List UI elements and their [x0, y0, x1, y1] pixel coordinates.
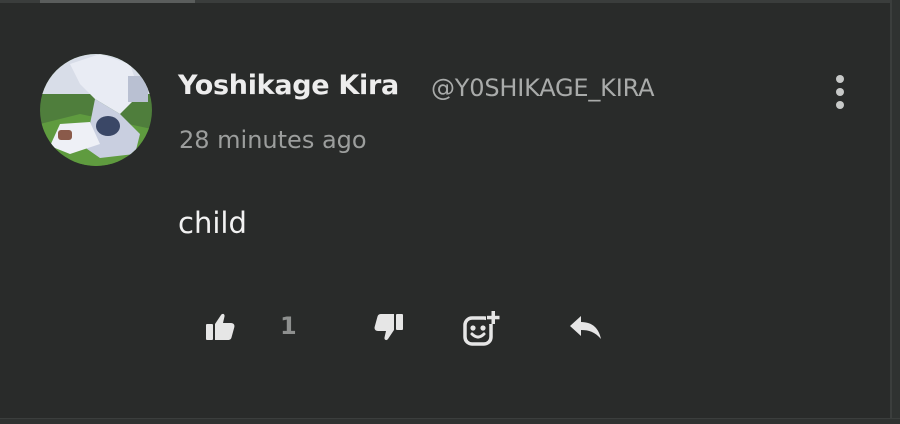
add-reaction-button[interactable] — [460, 308, 504, 348]
scrollbar[interactable] — [890, 0, 900, 424]
thumbs-up-icon — [206, 313, 235, 340]
more-vertical-icon-dot — [836, 101, 844, 109]
more-vertical-icon — [836, 75, 844, 83]
active-tab-indicator — [40, 0, 195, 3]
more-vertical-icon-dot — [836, 88, 844, 96]
author-name[interactable]: Yoshikage Kira — [178, 70, 399, 101]
more-options-button[interactable] — [826, 72, 854, 112]
like-count: 1 — [280, 312, 297, 340]
thumbs-down-icon — [374, 314, 403, 341]
like-button[interactable] — [200, 309, 240, 345]
top-divider — [0, 0, 900, 3]
reply-button[interactable] — [564, 310, 608, 344]
author-handle[interactable]: @Y0SHIKAGE_KIRA — [431, 74, 655, 102]
comment-timestamp: 28 minutes ago — [179, 126, 367, 154]
comment-body: child — [178, 206, 247, 240]
comment-view: Yoshikage Kira @Y0SHIKAGE_KIRA 28 minute… — [0, 0, 900, 424]
bottom-divider — [0, 418, 900, 424]
dislike-button[interactable] — [369, 309, 409, 345]
avatar[interactable] — [40, 54, 152, 166]
reply-icon — [570, 316, 601, 339]
add-reaction-icon — [463, 311, 500, 346]
